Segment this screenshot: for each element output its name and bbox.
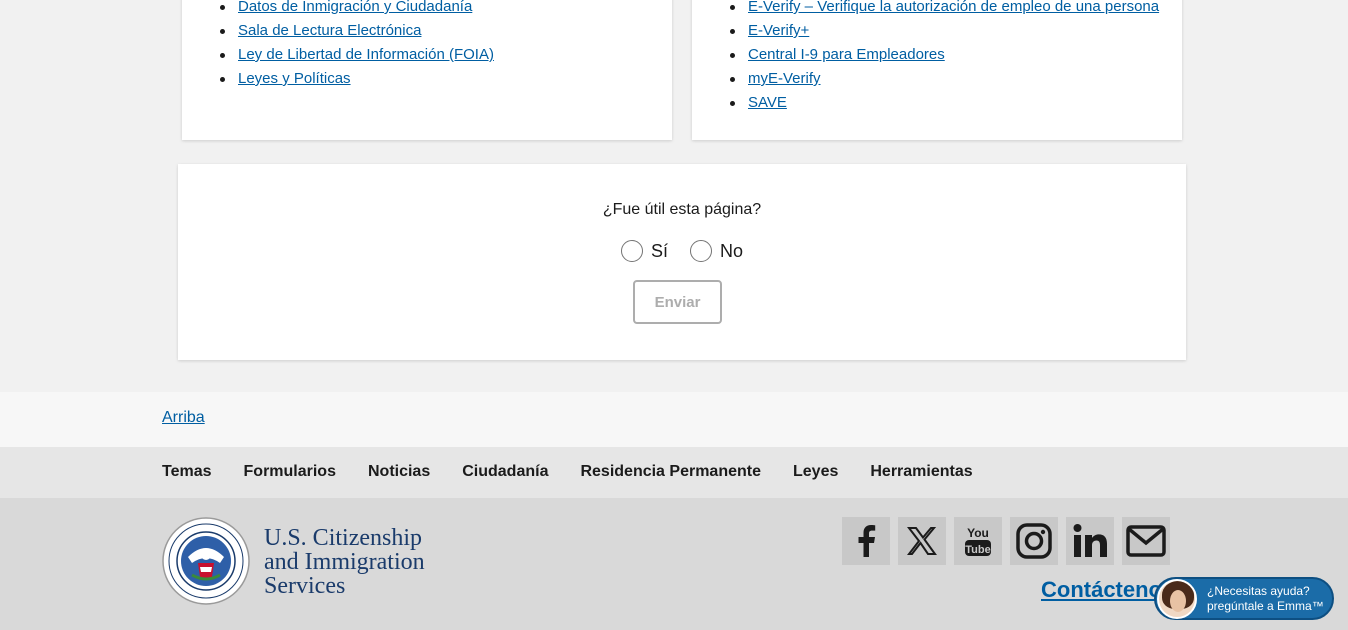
svg-text:You: You [967, 526, 989, 540]
dhs-seal-icon[interactable] [162, 517, 250, 605]
resources-card-right: E-Verify – Verifique la autorización de … [692, 0, 1182, 140]
footer-nav-laws[interactable]: Leyes [793, 463, 838, 481]
no-label: No [720, 240, 744, 261]
link-foia[interactable]: Ley de Libertad de Información (FOIA) [238, 46, 494, 63]
link-i9-central[interactable]: Central I-9 para Empleadores [748, 46, 945, 63]
footer-nav-news[interactable]: Noticias [368, 463, 430, 481]
footer-nav-topics[interactable]: Temas [162, 463, 212, 481]
back-to-top-link[interactable]: Arriba [162, 409, 205, 427]
link-e-verify[interactable]: E-Verify – Verifique la autorización de … [748, 0, 1159, 15]
emma-text: ¿Necesitas ayuda? pregúntale a Emma™ [1207, 584, 1324, 614]
link-mye-verify[interactable]: myE-Verify [748, 70, 821, 87]
footer-nav: Temas Formularios Noticias Ciudadanía Re… [0, 447, 1348, 498]
no-radio[interactable] [690, 240, 712, 262]
emma-line2: pregúntale a Emma™ [1207, 598, 1324, 613]
list-item: SAVE [730, 91, 1159, 115]
list-item: Central I-9 para Empleadores [730, 43, 1159, 67]
agency-name[interactable]: U.S. Citizenship and Immigration Service… [264, 526, 425, 598]
agency-name-line3: Services [264, 573, 346, 599]
yes-radio[interactable] [620, 240, 643, 262]
feedback-question: ¿Fue útil esta página? [602, 201, 762, 218]
feedback-options: Sí No [178, 240, 1186, 262]
linkedin-icon[interactable] [1066, 517, 1114, 565]
feedback-no-option[interactable]: No [690, 240, 743, 262]
submit-button[interactable]: Enviar [633, 280, 722, 324]
facebook-icon[interactable] [842, 517, 890, 565]
yes-label: Sí [650, 240, 668, 261]
left-link-list: Datos de Inmigración y Ciudadanía Sala d… [220, 0, 494, 91]
feedback-panel: ¿Fue útil esta página? Sí No Enviar [178, 164, 1186, 360]
link-immigration-data[interactable]: Datos de Inmigración y Ciudadanía [238, 0, 472, 15]
youtube-icon[interactable]: You Tube [954, 517, 1002, 565]
instagram-icon[interactable] [1010, 517, 1058, 565]
emma-line1: ¿Necesitas ayuda? [1207, 583, 1310, 598]
email-icon[interactable] [1122, 517, 1170, 565]
list-item: Sala de Lectura Electrónica [220, 19, 494, 43]
footer-main: U.S. Citizenship and Immigration Service… [0, 498, 1348, 630]
link-save[interactable]: SAVE [748, 94, 787, 111]
right-link-list: E-Verify – Verifique la autorización de … [730, 0, 1159, 115]
list-item: myE-Verify [730, 67, 1159, 91]
list-item: Ley de Libertad de Información (FOIA) [220, 43, 494, 67]
agency-name-line2: and Immigration [264, 549, 425, 575]
x-icon[interactable] [898, 517, 946, 565]
footer-nav-citizenship[interactable]: Ciudadanía [462, 463, 548, 481]
list-item: Leyes y Políticas [220, 67, 494, 91]
list-item: E-Verify – Verifique la autorización de … [730, 0, 1159, 19]
feedback-yes-option[interactable]: Sí [620, 240, 668, 262]
svg-text:Tube: Tube [965, 544, 990, 556]
list-item: Datos de Inmigración y Ciudadanía [220, 0, 494, 19]
link-e-verify-plus[interactable]: E-Verify+ [748, 22, 809, 39]
agency-name-line1: U.S. Citizenship [264, 525, 423, 551]
footer-nav-tools[interactable]: Herramientas [870, 463, 972, 481]
link-reading-room[interactable]: Sala de Lectura Electrónica [238, 22, 421, 39]
emma-avatar [1157, 578, 1197, 619]
link-laws-policies[interactable]: Leyes y Políticas [238, 70, 351, 87]
footer-nav-forms[interactable]: Formularios [244, 463, 336, 481]
emma-chat-button[interactable]: ¿Necesitas ayuda? pregúntale a Emma™ [1154, 577, 1334, 620]
back-to-top-band: Arriba [0, 392, 1348, 447]
list-item: E-Verify+ [730, 19, 1159, 43]
resources-card-left: Datos de Inmigración y Ciudadanía Sala d… [182, 0, 672, 140]
footer-nav-green-card[interactable]: Residencia Permanente [580, 463, 761, 481]
